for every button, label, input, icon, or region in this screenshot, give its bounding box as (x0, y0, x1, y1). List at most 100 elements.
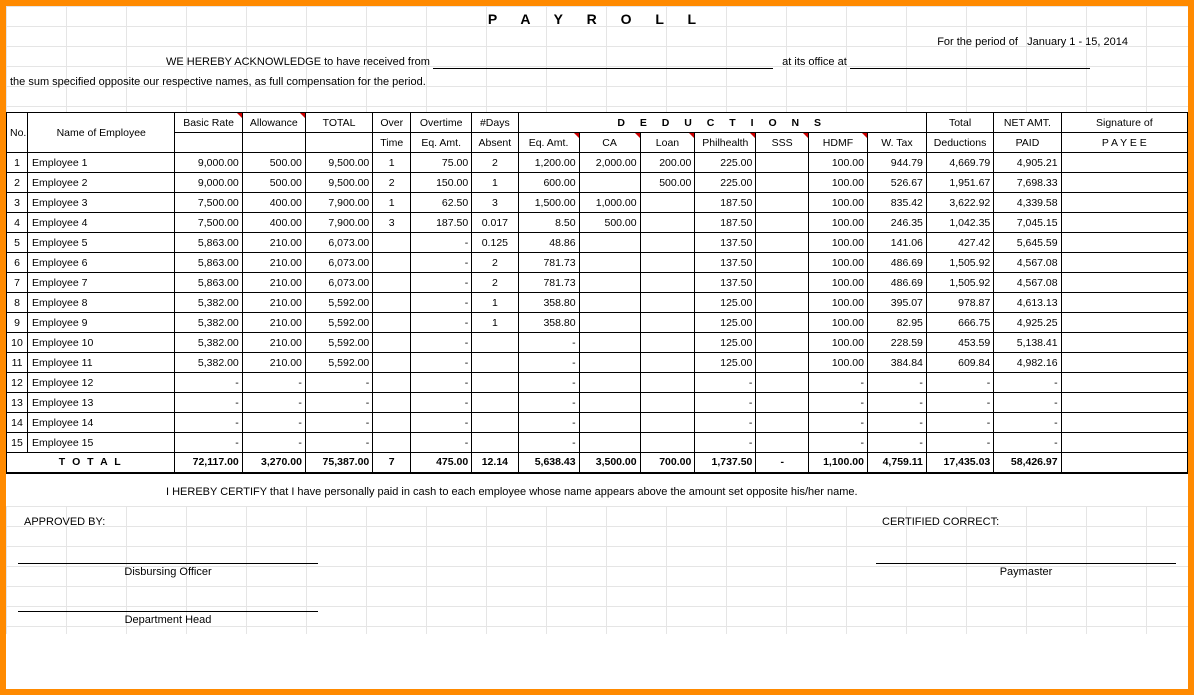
cell: - (994, 393, 1061, 413)
cell: 2 (472, 273, 518, 293)
cell: 100.00 (809, 253, 868, 273)
cell: 5,138.41 (994, 333, 1061, 353)
cell: 500.00 (242, 153, 305, 173)
col-ca: CA (579, 133, 640, 153)
cell: 2 (7, 173, 28, 193)
cell: 200.00 (640, 153, 695, 173)
cell: 210.00 (242, 273, 305, 293)
cell: 400.00 (242, 213, 305, 233)
cell: 9 (7, 313, 28, 333)
cell (640, 233, 695, 253)
cell (472, 413, 518, 433)
cell: 486.69 (867, 273, 926, 293)
cell: - (175, 433, 242, 453)
cell (756, 373, 809, 393)
cell (373, 313, 411, 333)
cell: 8.50 (518, 213, 579, 233)
signature-cell (1061, 253, 1187, 273)
cell: 1 (373, 153, 411, 173)
total-ca: 3,500.00 (579, 453, 640, 473)
col-absent: Absent (472, 133, 518, 153)
cell: - (695, 373, 756, 393)
signature-cell (1061, 333, 1187, 353)
table-row: 11Employee 115,382.00210.005,592.00--125… (7, 353, 1188, 373)
signature-cell (1061, 193, 1187, 213)
approved-by-label: APPROVED BY: (18, 514, 318, 530)
cell: Employee 1 (28, 153, 175, 173)
cell: 187.50 (695, 213, 756, 233)
cell (579, 293, 640, 313)
cell: - (867, 393, 926, 413)
signature-cell (1061, 353, 1187, 373)
cell: Employee 4 (28, 213, 175, 233)
approved-by-block: APPROVED BY: Disbursing Officer Departme… (18, 514, 318, 626)
cell: 5,592.00 (305, 313, 372, 333)
cell: 141.06 (867, 233, 926, 253)
cell: 5,645.59 (994, 233, 1061, 253)
cell: 137.50 (695, 253, 756, 273)
total-d-eq: 5,638.43 (518, 453, 579, 473)
cell: 3,622.92 (926, 193, 993, 213)
cell: 666.75 (926, 313, 993, 333)
signature-cell (1061, 273, 1187, 293)
cell (756, 393, 809, 413)
cell: 500.00 (579, 213, 640, 233)
cell: 125.00 (695, 353, 756, 373)
cell (756, 353, 809, 373)
cell: 7,500.00 (175, 213, 242, 233)
cell: 500.00 (242, 173, 305, 193)
signature-cell (1061, 313, 1187, 333)
table-row: 15Employee 15---------- (7, 433, 1188, 453)
cell: 150.00 (411, 173, 472, 193)
col-total: TOTAL (305, 113, 372, 133)
cell: 1,505.92 (926, 273, 993, 293)
col-payee: P A Y E E (1061, 133, 1187, 153)
cell: 12 (7, 373, 28, 393)
cell: 3 (472, 193, 518, 213)
cell: 4,905.21 (994, 153, 1061, 173)
cell: Employee 13 (28, 393, 175, 413)
cell: - (926, 433, 993, 453)
cell: 5,863.00 (175, 233, 242, 253)
cell: 1,505.92 (926, 253, 993, 273)
cell (373, 253, 411, 273)
cell: - (411, 273, 472, 293)
cell: 1,042.35 (926, 213, 993, 233)
cell: - (411, 373, 472, 393)
period-prefix: For the period of (937, 36, 1018, 48)
cell: 225.00 (695, 173, 756, 193)
cell: - (695, 433, 756, 453)
total-sig (1061, 453, 1187, 473)
total-ph: 1,737.50 (695, 453, 756, 473)
cell: 1,500.00 (518, 193, 579, 213)
cell: 4,613.13 (994, 293, 1061, 313)
cell: 210.00 (242, 313, 305, 333)
table-row: 8Employee 85,382.00210.005,592.00-1358.8… (7, 293, 1188, 313)
cell (373, 333, 411, 353)
total-allow: 3,270.00 (242, 453, 305, 473)
cell (373, 393, 411, 413)
cell: 125.00 (695, 333, 756, 353)
cell (472, 393, 518, 413)
cell: Employee 7 (28, 273, 175, 293)
cell: - (867, 373, 926, 393)
cell: - (411, 233, 472, 253)
total-total: 75,387.00 (305, 453, 372, 473)
cell: - (518, 413, 579, 433)
period-line: For the period of January 1 - 15, 2014 (6, 32, 1188, 52)
cell (756, 313, 809, 333)
cell: 100.00 (809, 333, 868, 353)
cell: 2 (472, 153, 518, 173)
cell (579, 433, 640, 453)
cell: 15 (7, 433, 28, 453)
cell: 75.00 (411, 153, 472, 173)
cell: - (242, 373, 305, 393)
cell: 358.80 (518, 313, 579, 333)
blank-basic (175, 133, 242, 153)
cell: 609.84 (926, 353, 993, 373)
cell: 526.67 (867, 173, 926, 193)
received-from-blank (433, 55, 773, 69)
total-row: T O T A L 72,117.00 3,270.00 75,387.00 7… (7, 453, 1188, 473)
cell: 944.79 (867, 153, 926, 173)
col-basic: Basic Rate (175, 113, 242, 133)
